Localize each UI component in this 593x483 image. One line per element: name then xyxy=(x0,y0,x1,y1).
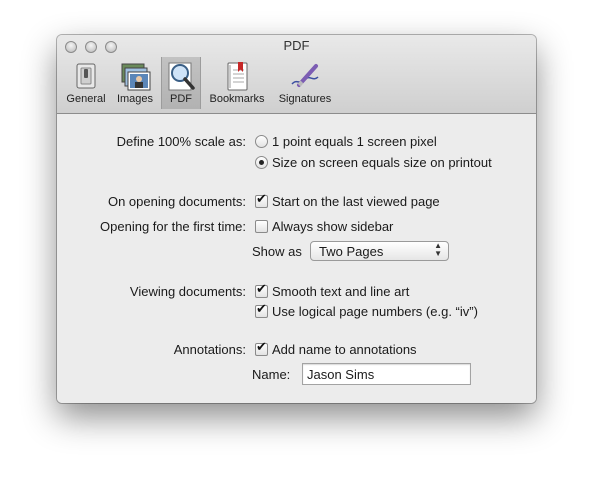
tab-bookmarks-label: Bookmarks xyxy=(209,93,265,105)
scale-label: Define 100% scale as: xyxy=(116,134,246,149)
updown-arrows-icon: ▲ ▼ xyxy=(434,241,442,258)
checkbox-checked[interactable] xyxy=(255,340,268,356)
bookmarks-icon xyxy=(227,62,248,91)
tab-signatures-label: Signatures xyxy=(278,93,332,105)
radio-button-selected[interactable] xyxy=(255,156,268,169)
logical-page-numbers-checkbox[interactable]: Use logical page numbers (e.g. “iv”) xyxy=(255,302,478,319)
show-sidebar-checkbox[interactable]: Always show sidebar xyxy=(255,219,393,234)
switch-icon xyxy=(76,63,96,89)
tab-images[interactable]: Images xyxy=(113,57,157,109)
show-as-value: Two Pages xyxy=(319,244,384,259)
smooth-text-checkbox[interactable]: Smooth text and line art xyxy=(255,282,409,299)
tab-pdf-label: PDF xyxy=(170,93,192,105)
photos-icon xyxy=(121,63,151,91)
annotations-label: Annotations: xyxy=(173,342,246,357)
preferences-content: Define 100% scale as: 1 point equals 1 s… xyxy=(57,114,536,403)
name-field-value: Jason Sims xyxy=(307,367,375,382)
viewing-label: Viewing documents: xyxy=(129,284,246,299)
window-title: PDF xyxy=(283,38,310,53)
radio-button[interactable] xyxy=(255,135,268,148)
tab-general[interactable]: General xyxy=(63,57,109,109)
tab-general-label: General xyxy=(66,93,106,105)
name-field[interactable]: Jason Sims xyxy=(302,363,471,385)
show-as-select[interactable]: Two Pages ▲ ▼ xyxy=(310,241,449,261)
pen-icon xyxy=(291,64,319,87)
tab-pdf[interactable]: PDF xyxy=(161,57,201,109)
toolbar: PDF General Images PDF Bookmarks Signatu… xyxy=(57,35,536,114)
show-as-label: Show as xyxy=(252,244,302,259)
checkbox-checked[interactable] xyxy=(255,192,268,208)
first-time-label: Opening for the first time: xyxy=(100,219,246,234)
add-name-checkbox[interactable]: Add name to annotations xyxy=(255,340,417,357)
checkbox-checked[interactable] xyxy=(255,302,268,318)
name-label: Name: xyxy=(252,367,291,382)
tab-signatures[interactable]: Signatures xyxy=(273,57,337,109)
preferences-window: PDF General Images PDF Bookmarks Signatu… xyxy=(57,35,536,403)
opening-label: On opening documents: xyxy=(107,194,246,209)
checkbox-checked[interactable] xyxy=(255,282,268,298)
start-last-page-checkbox[interactable]: Start on the last viewed page xyxy=(255,192,440,209)
tab-bookmarks[interactable]: Bookmarks xyxy=(205,57,269,109)
tab-images-label: Images xyxy=(116,93,154,105)
checkbox-unchecked[interactable] xyxy=(255,220,268,233)
scale-option-printout[interactable]: Size on screen equals size on printout xyxy=(255,155,492,170)
scale-option-pixel[interactable]: 1 point equals 1 screen pixel xyxy=(255,134,437,149)
magnifier-icon xyxy=(168,62,195,91)
